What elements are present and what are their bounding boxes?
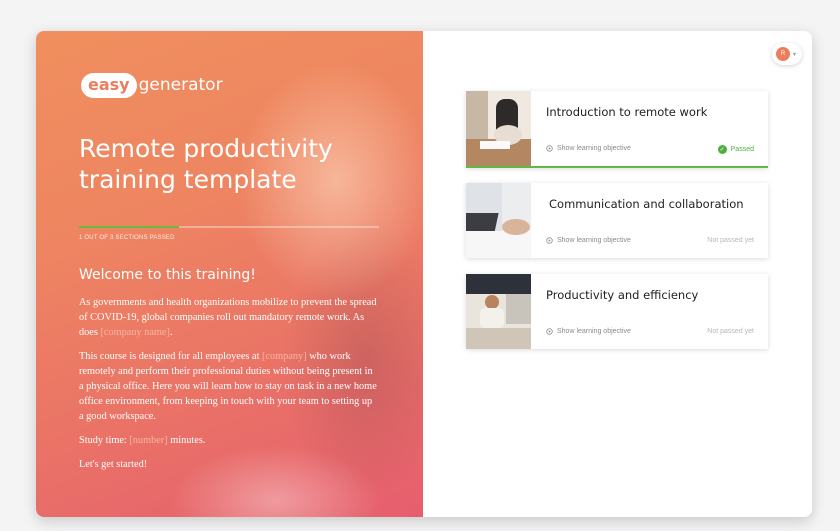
section-card[interactable]: Productivity and efficiency Show learnin… (466, 274, 768, 349)
show-objective-link[interactable]: Show learning objective (546, 145, 631, 152)
logo-text: generator (138, 75, 223, 95)
company-name-placeholder: [company name] (100, 327, 170, 338)
course-title: Remote productivity training template (79, 134, 333, 194)
intro-paragraph: As governments and health organizations … (79, 297, 377, 338)
section-status: Not passed yet (707, 237, 754, 244)
course-progress-bar (79, 226, 379, 228)
section-title: Introduction to remote work (546, 105, 708, 119)
show-objective-link[interactable]: Show learning objective (546, 237, 631, 244)
section-title: Communication and collaboration (549, 197, 744, 211)
brand-logo: easy generator (81, 71, 223, 99)
section-thumbnail (466, 183, 531, 258)
section-status: ✓ Passed (717, 145, 754, 154)
user-menu[interactable]: R ▾ (772, 43, 802, 65)
target-icon (546, 237, 553, 244)
course-window: easy generator Remote productivity train… (36, 31, 812, 517)
chevron-down-icon: ▾ (793, 51, 797, 58)
section-title: Productivity and efficiency (546, 288, 699, 302)
section-card[interactable]: Introduction to remote work Show learnin… (466, 91, 768, 168)
section-status: Not passed yet (707, 328, 754, 335)
check-icon: ✓ (717, 145, 727, 154)
target-icon (546, 328, 553, 335)
target-icon (546, 145, 553, 152)
closing-line: Let's get started! (79, 459, 148, 470)
progress-label: 1 OUT OF 3 SECTIONS PASSED (79, 235, 175, 241)
logo-highlight: easy (81, 72, 137, 98)
course-progress-fill (79, 226, 179, 228)
hero-panel: easy generator Remote productivity train… (36, 31, 423, 517)
section-card[interactable]: Communication and collaboration Show lea… (466, 183, 768, 258)
sections-panel: R ▾ Introduction to remote work Show lea… (423, 31, 812, 517)
show-objective-link[interactable]: Show learning objective (546, 328, 631, 335)
welcome-heading: Welcome to this training! (79, 267, 256, 283)
audience-paragraph: This course is designed for all employee… (79, 351, 377, 422)
section-thumbnail (466, 274, 531, 349)
study-time: Study time: [number] minutes. (79, 435, 206, 446)
avatar: R (776, 47, 790, 61)
section-thumbnail (466, 91, 531, 166)
welcome-body: As governments and health organizations … (79, 295, 379, 481)
study-time-placeholder: [number] (129, 435, 168, 446)
company-placeholder: [company] (262, 351, 307, 362)
